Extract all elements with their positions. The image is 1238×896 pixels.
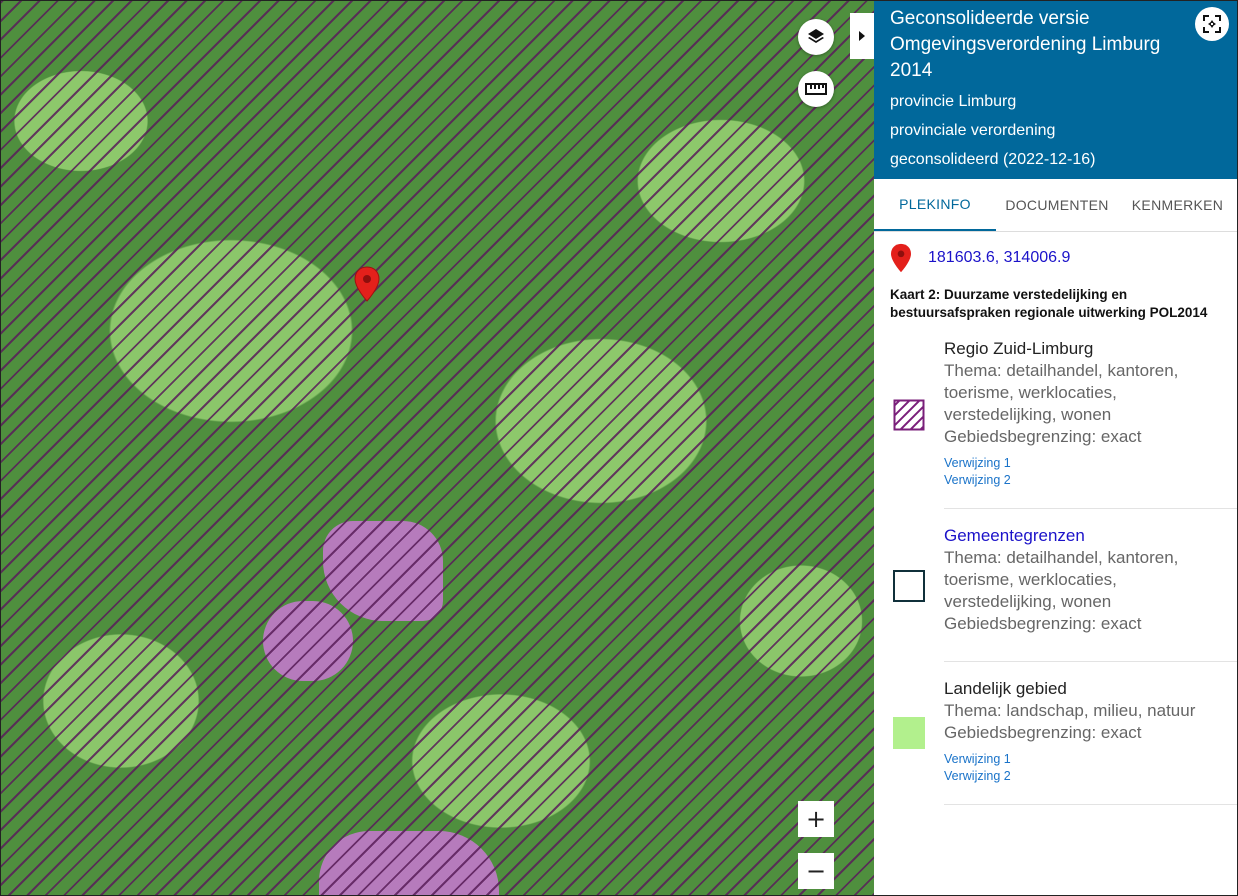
layers-icon	[808, 29, 824, 43]
document-status: geconsolideerd (2022-12-16)	[890, 151, 1096, 168]
location-row: 181603.6, 314006.9	[890, 241, 1070, 275]
chevron-right-icon	[859, 31, 865, 41]
divider	[944, 508, 1237, 509]
entry-begrenzing: Gebiedsbegrenzing: exact	[944, 723, 1142, 742]
tab-documenten[interactable]: DOCUMENTEN	[996, 179, 1118, 231]
location-coordinates[interactable]: 181603.6, 314006.9	[928, 249, 1070, 267]
divider	[944, 804, 1237, 805]
entry-thema: Thema: detailhandel, kantoren, toerisme,…	[944, 548, 1179, 611]
entry-begrenzing: Gebiedsbegrenzing: exact	[944, 427, 1142, 446]
urban-area	[323, 521, 443, 621]
hatch-legend-symbol	[893, 399, 925, 431]
urban-area	[263, 601, 353, 681]
regio-zuid-limburg-hatch	[1, 1, 874, 895]
legend-entry-regio-zuid-limburg: Regio Zuid-Limburg Thema: detailhandel, …	[944, 338, 1234, 489]
entry-title: Landelijk gebied	[944, 679, 1067, 698]
zoom-in-button[interactable]: +	[798, 801, 834, 837]
tab-kenmerken[interactable]: KENMERKEN	[1118, 179, 1237, 231]
kaart-title: Kaart 2: Duurzame verstedelijking en bes…	[890, 287, 1208, 320]
info-panel: Geconsolideerde versie Omgevingsverorden…	[874, 1, 1237, 895]
map-pin-icon	[891, 243, 911, 273]
green-fill-legend-symbol	[893, 717, 925, 749]
collapse-panel-button[interactable]	[850, 13, 874, 59]
legend-entry-gemeentegrenzen: Gemeentegrenzen Thema: detailhandel, kan…	[944, 525, 1234, 635]
urban-area	[319, 831, 499, 895]
app-frame: + − Geconsolideerde versie Omgevingsvero…	[0, 0, 1238, 896]
document-authority: provincie Limburg	[890, 93, 1017, 110]
zoom-out-button[interactable]: −	[798, 853, 834, 889]
layers-button[interactable]	[798, 19, 834, 55]
document-title: Geconsolideerde versie Omgevingsverorden…	[890, 8, 1161, 81]
ruler-icon	[805, 83, 827, 95]
entry-begrenzing: Gebiedsbegrenzing: exact	[944, 614, 1142, 633]
expand-icon	[1203, 15, 1221, 33]
entry-title: Regio Zuid-Limburg	[944, 339, 1094, 358]
verwijzing-link[interactable]: Verwijzing 2	[944, 768, 1234, 785]
entry-title-link[interactable]: Gemeentegrenzen	[944, 525, 1234, 547]
verwijzing-link[interactable]: Verwijzing 1	[944, 751, 1234, 768]
measure-button[interactable]	[798, 71, 834, 107]
tab-plekinfo[interactable]: PLEKINFO	[874, 179, 996, 231]
map-pin-icon	[354, 266, 380, 302]
legend-entry-landelijk-gebied: Landelijk gebied Thema: landschap, milie…	[944, 678, 1234, 785]
document-header: Geconsolideerde versie Omgevingsverorden…	[874, 1, 1237, 179]
document-type: provinciale verordening	[890, 122, 1056, 139]
outline-legend-symbol	[893, 570, 925, 602]
map-view[interactable]: + −	[1, 1, 874, 895]
entry-thema: Thema: detailhandel, kantoren, toerisme,…	[944, 361, 1179, 424]
verwijzing-link[interactable]: Verwijzing 1	[944, 455, 1234, 472]
fullscreen-button[interactable]	[1195, 7, 1229, 41]
verwijzing-link[interactable]: Verwijzing 2	[944, 472, 1234, 489]
divider	[944, 661, 1237, 662]
panel-tabs: PLEKINFO DOCUMENTEN KENMERKEN	[874, 179, 1237, 232]
entry-thema: Thema: landschap, milieu, natuur	[944, 701, 1196, 720]
